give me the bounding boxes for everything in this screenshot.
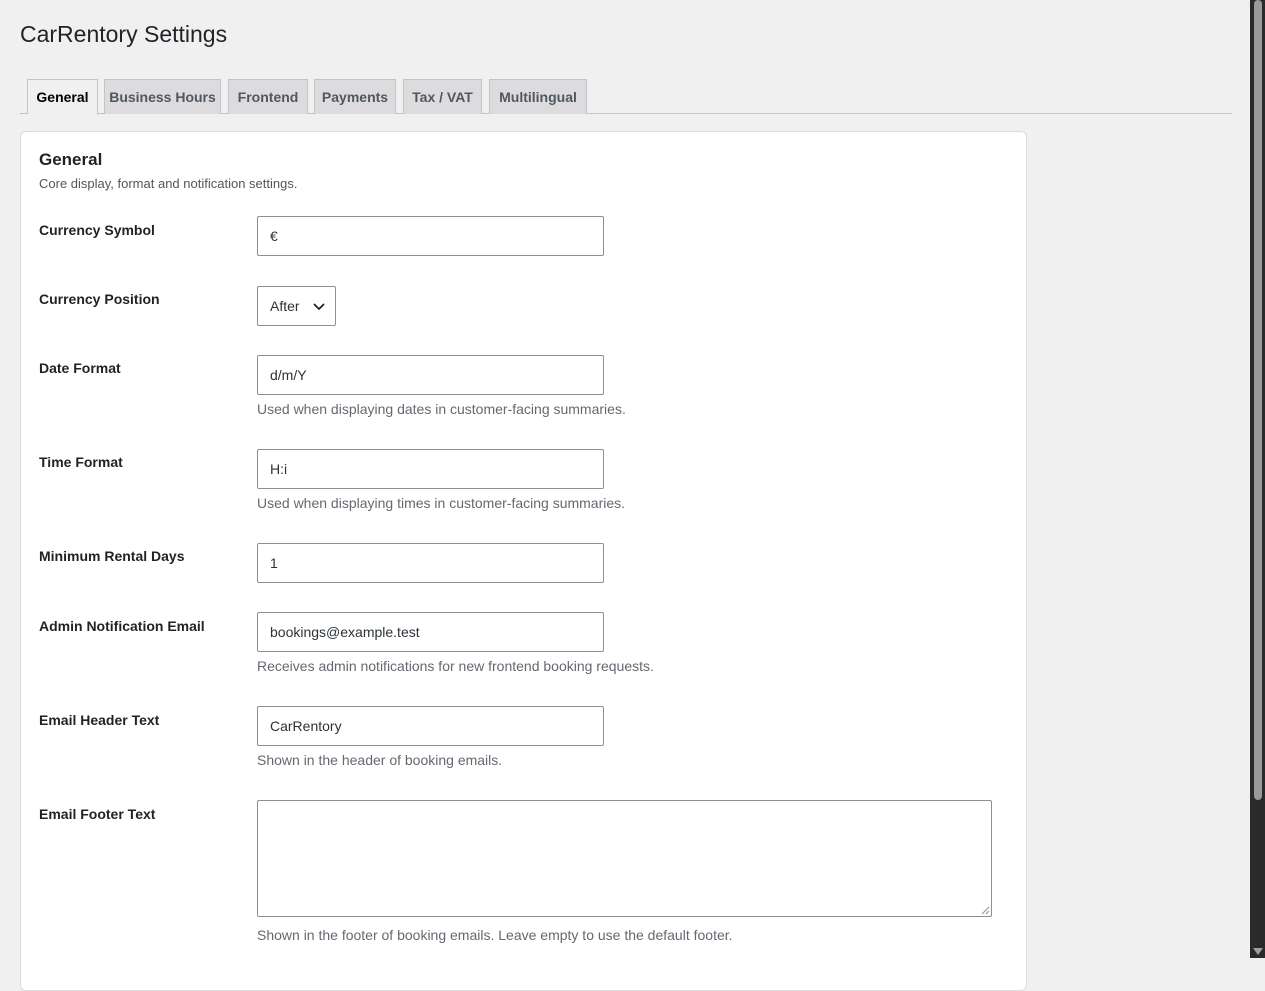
page-title: CarRentory Settings [20, 21, 228, 47]
scrollbar-thumb[interactable] [1254, 0, 1262, 800]
tab-tax-vat[interactable]: Tax / VAT [403, 79, 482, 114]
time-format-input[interactable] [257, 449, 604, 489]
time-format-label: Time Format [39, 454, 123, 470]
currency-symbol-label: Currency Symbol [39, 222, 155, 238]
settings-wrap: CarRentory Settings General Business Hou… [20, 0, 1232, 991]
tab-frontend[interactable]: Frontend [228, 79, 308, 114]
date-format-input[interactable] [257, 355, 604, 395]
general-settings-card: General Core display, format and notific… [20, 131, 1027, 991]
page-scrollbar[interactable] [1250, 0, 1265, 958]
scroll-down-arrow-icon[interactable] [1253, 948, 1263, 955]
min-rental-days-label: Minimum Rental Days [39, 548, 185, 564]
email-header-label: Email Header Text [39, 712, 160, 728]
date-format-label: Date Format [39, 360, 121, 376]
section-title: General [39, 150, 103, 169]
email-footer-help: Shown in the footer of booking emails. L… [257, 927, 733, 943]
email-header-help: Shown in the header of booking emails. [257, 752, 503, 768]
email-footer-textarea[interactable] [257, 800, 992, 917]
currency-symbol-input[interactable] [257, 216, 604, 256]
email-footer-label: Email Footer Text [39, 806, 156, 822]
currency-position-select[interactable]: After [257, 286, 336, 326]
tab-multilingual[interactable]: Multilingual [489, 79, 587, 114]
tab-general[interactable]: General [27, 79, 98, 115]
resize-handle-icon[interactable] [981, 906, 990, 915]
min-rental-days-input[interactable] [257, 543, 604, 583]
time-format-help: Used when displaying times in customer-f… [257, 495, 626, 511]
admin-email-input[interactable] [257, 612, 604, 652]
section-description: Core display, format and notification se… [39, 176, 298, 191]
admin-email-label: Admin Notification Email [39, 618, 205, 634]
settings-tabs: General Business Hours Frontend Payments… [20, 79, 1232, 115]
currency-position-label: Currency Position [39, 291, 160, 307]
admin-email-help: Receives admin notifications for new fro… [257, 658, 654, 674]
email-header-input[interactable] [257, 706, 604, 746]
tab-payments[interactable]: Payments [314, 79, 396, 114]
currency-position-value: After [270, 298, 300, 314]
tab-business-hours[interactable]: Business Hours [104, 79, 221, 114]
date-format-help: Used when displaying dates in customer-f… [257, 401, 626, 417]
chevron-down-icon [313, 303, 325, 310]
